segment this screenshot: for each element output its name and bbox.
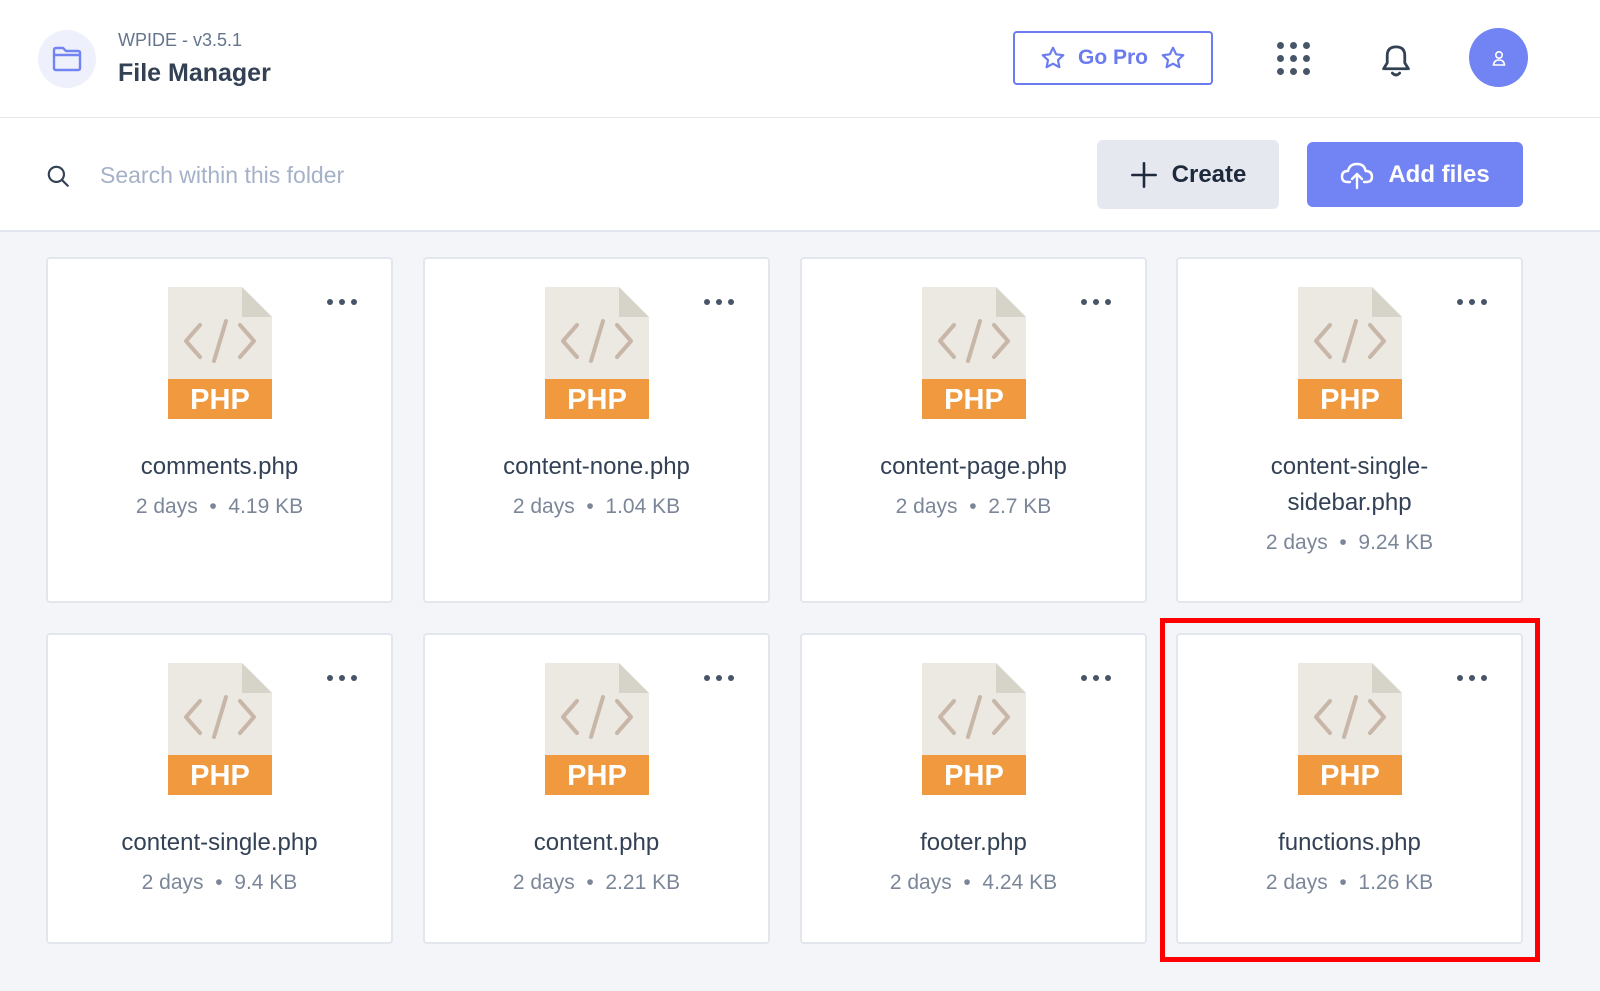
- file-meta: 2 days • 9.4 KB: [58, 871, 381, 895]
- meta-separator: •: [580, 871, 600, 894]
- cloud-upload-icon: [1341, 162, 1374, 189]
- file-name: footer.php: [920, 829, 1027, 856]
- file-meta: 2 days • 1.26 KB: [1188, 871, 1511, 895]
- file-size: 2.21 KB: [605, 871, 681, 894]
- svg-text:PHP: PHP: [944, 384, 1004, 416]
- file-size: 9.4 KB: [234, 871, 298, 894]
- file-card-functions-php[interactable]: PHP functions.php 2 days • 1.26 KB: [1176, 633, 1523, 944]
- add-files-label: Add files: [1388, 160, 1490, 188]
- php-file-icon: PHP: [922, 287, 1026, 419]
- more-options-icon[interactable]: [1081, 295, 1111, 309]
- svg-text:PHP: PHP: [567, 760, 627, 792]
- file-meta: 2 days • 4.24 KB: [812, 871, 1135, 895]
- file-age: 2 days: [1265, 531, 1328, 554]
- svg-text:PHP: PHP: [567, 384, 627, 416]
- file-name: content-single.php: [121, 829, 318, 856]
- more-options-icon[interactable]: [704, 671, 734, 685]
- notification-bell-icon[interactable]: [1374, 38, 1418, 82]
- php-file-icon: PHP: [922, 663, 1026, 795]
- svg-text:PHP: PHP: [190, 760, 250, 792]
- file-age: 2 days: [512, 495, 575, 518]
- toolbar: Create Add files: [0, 118, 1600, 232]
- folder-icon: [38, 30, 96, 88]
- file-age: 2 days: [512, 871, 575, 894]
- file-name: content-page.php: [880, 453, 1067, 480]
- file-size: 4.24 KB: [982, 871, 1058, 894]
- meta-separator: •: [209, 871, 229, 894]
- file-age: 2 days: [135, 495, 198, 518]
- file-size: 1.04 KB: [605, 495, 681, 518]
- more-options-icon[interactable]: [1457, 295, 1487, 309]
- file-age: 2 days: [895, 495, 958, 518]
- search-icon: [44, 162, 72, 190]
- php-file-icon: PHP: [1298, 287, 1402, 419]
- user-icon: [1492, 50, 1505, 66]
- app-version: WPIDE - v3.5.1: [118, 30, 243, 50]
- user-avatar[interactable]: [1469, 28, 1528, 87]
- file-meta: 2 days • 9.24 KB: [1188, 531, 1511, 555]
- page-title: File Manager: [118, 59, 271, 87]
- file-size: 2.7 KB: [988, 495, 1052, 518]
- file-name: content.php: [533, 829, 660, 856]
- meta-separator: •: [203, 495, 223, 518]
- go-pro-button[interactable]: Go Pro: [1013, 31, 1213, 85]
- file-card-comments-php[interactable]: PHP comments.php 2 days • 4.19 KB: [46, 257, 393, 603]
- file-meta: 2 days • 2.7 KB: [812, 495, 1135, 519]
- php-file-icon: PHP: [545, 663, 649, 795]
- file-card-content-single-php[interactable]: PHP content-single.php 2 days • 9.4 KB: [46, 633, 393, 944]
- file-card-content-none-php[interactable]: PHP content-none.php 2 days • 1.04 KB: [423, 257, 770, 603]
- search-input[interactable]: [100, 154, 800, 196]
- php-file-icon: PHP: [1298, 663, 1402, 795]
- file-size: 1.26 KB: [1358, 871, 1434, 894]
- file-name: comments.php: [140, 453, 299, 480]
- meta-separator: •: [957, 871, 977, 894]
- file-card-content-single-sidebar-php[interactable]: PHP content-single-sidebar.php 2 days • …: [1176, 257, 1523, 603]
- file-age: 2 days: [141, 871, 204, 894]
- star-icon: [1041, 46, 1065, 69]
- more-options-icon[interactable]: [327, 671, 357, 685]
- file-card-footer-php[interactable]: PHP footer.php 2 days • 4.24 KB: [800, 633, 1147, 944]
- svg-text:PHP: PHP: [190, 384, 250, 416]
- file-name: content-none.php: [503, 453, 690, 480]
- meta-separator: •: [580, 495, 600, 518]
- file-card-content-page-php[interactable]: PHP content-page.php 2 days • 2.7 KB: [800, 257, 1147, 603]
- create-button[interactable]: Create: [1097, 140, 1279, 209]
- svg-text:PHP: PHP: [944, 760, 1004, 792]
- go-pro-label: Go Pro: [1077, 46, 1148, 69]
- more-options-icon[interactable]: [704, 295, 734, 309]
- php-file-icon: PHP: [168, 663, 272, 795]
- file-card-content-php[interactable]: PHP content.php 2 days • 2.21 KB: [423, 633, 770, 944]
- create-label: Create: [1171, 160, 1247, 188]
- file-age: 2 days: [889, 871, 952, 894]
- meta-separator: •: [1333, 531, 1353, 554]
- php-file-icon: PHP: [168, 287, 272, 419]
- more-options-icon[interactable]: [1457, 671, 1487, 685]
- more-options-icon[interactable]: [327, 295, 357, 309]
- more-options-icon[interactable]: [1081, 671, 1111, 685]
- svg-text:PHP: PHP: [1320, 760, 1380, 792]
- file-size: 9.24 KB: [1358, 531, 1434, 554]
- file-meta: 2 days • 4.19 KB: [58, 495, 381, 519]
- php-file-icon: PHP: [545, 287, 649, 419]
- file-meta: 2 days • 2.21 KB: [435, 871, 758, 895]
- meta-separator: •: [1333, 871, 1353, 894]
- apps-grid-icon[interactable]: [1273, 38, 1313, 78]
- star-icon: [1161, 46, 1185, 69]
- app-header: WPIDE - v3.5.1 File Manager Go Pro: [0, 0, 1600, 118]
- file-name: content-single-sidebar.php: [1270, 453, 1429, 516]
- add-files-button[interactable]: Add files: [1307, 142, 1523, 207]
- file-size: 4.19 KB: [228, 495, 304, 518]
- svg-text:PHP: PHP: [1320, 384, 1380, 416]
- file-name: functions.php: [1278, 829, 1421, 856]
- file-meta: 2 days • 1.04 KB: [435, 495, 758, 519]
- meta-separator: •: [963, 495, 983, 518]
- plus-icon: [1130, 161, 1157, 188]
- file-age: 2 days: [1265, 871, 1328, 894]
